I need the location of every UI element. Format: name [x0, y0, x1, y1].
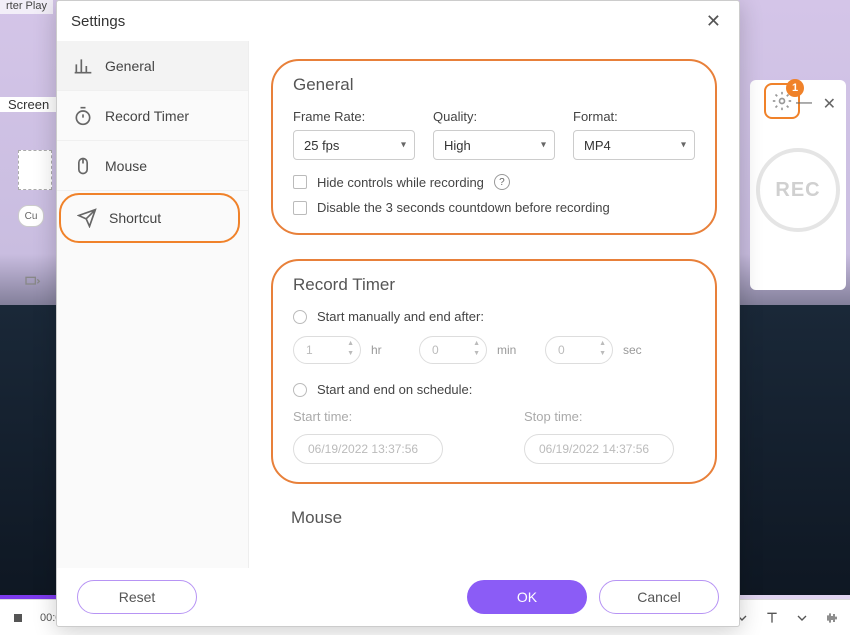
sidebar-item-shortcut[interactable]: Shortcut: [59, 193, 240, 243]
custom-crop-button[interactable]: Cu: [18, 205, 44, 227]
stop-time-input[interactable]: 06/19/2022 14:37:56: [524, 434, 674, 464]
screen-tab-label[interactable]: Screen: [0, 97, 57, 112]
quality-select[interactable]: High▾: [433, 130, 555, 160]
mouse-icon: [73, 156, 93, 176]
dialog-title: Settings: [71, 13, 125, 30]
manual-radio[interactable]: [293, 310, 307, 324]
hr-unit: hr: [371, 343, 409, 357]
general-section: General Frame Rate: 25 fps▾ Quality: Hig…: [271, 59, 717, 235]
hide-controls-checkbox[interactable]: [293, 175, 307, 189]
stop-icon[interactable]: [10, 610, 26, 626]
section-heading: Record Timer: [293, 275, 695, 295]
window-title: rter Play: [0, 0, 53, 14]
ok-button[interactable]: OK: [467, 580, 587, 614]
disable-countdown-label: Disable the 3 seconds countdown before r…: [317, 200, 610, 215]
schedule-label: Start and end on schedule:: [317, 382, 472, 397]
record-side-panel: 1 — ✕ REC: [750, 80, 846, 290]
export-icon[interactable]: [22, 274, 42, 290]
start-time-label: Start time:: [293, 409, 464, 424]
sidebar-item-label: Mouse: [105, 158, 147, 174]
manual-label: Start manually and end after:: [317, 309, 484, 324]
quality-label: Quality:: [433, 109, 555, 124]
chevron-down-icon[interactable]: [794, 610, 810, 626]
settings-content: General Frame Rate: 25 fps▾ Quality: Hig…: [249, 41, 739, 568]
cancel-button[interactable]: Cancel: [599, 580, 719, 614]
waveform-icon[interactable]: [824, 610, 840, 626]
dialog-footer: Reset OK Cancel: [57, 568, 739, 626]
min-unit: min: [497, 343, 535, 357]
reset-button[interactable]: Reset: [77, 580, 197, 614]
stop-time-label: Stop time:: [524, 409, 695, 424]
dialog-header: Settings ✕: [57, 1, 739, 41]
seconds-input[interactable]: 0▲▼: [545, 336, 613, 364]
section-heading: General: [293, 75, 695, 95]
settings-sidebar: General Record Timer Mouse Shortcut: [57, 41, 249, 568]
sidebar-item-mouse[interactable]: Mouse: [57, 141, 248, 191]
stopwatch-icon: [73, 106, 93, 126]
frame-rate-label: Frame Rate:: [293, 109, 415, 124]
format-label: Format:: [573, 109, 695, 124]
paper-plane-icon: [77, 208, 97, 228]
format-select[interactable]: MP4▾: [573, 130, 695, 160]
minimize-button[interactable]: —: [796, 94, 812, 112]
settings-badge[interactable]: 1: [764, 83, 800, 119]
start-time-input[interactable]: 06/19/2022 13:37:56: [293, 434, 443, 464]
schedule-radio[interactable]: [293, 383, 307, 397]
disable-countdown-checkbox[interactable]: [293, 201, 307, 215]
sidebar-item-label: General: [105, 58, 155, 74]
record-button[interactable]: REC: [756, 148, 840, 232]
sidebar-item-record-timer[interactable]: Record Timer: [57, 91, 248, 141]
section-heading: Mouse: [291, 508, 697, 528]
dialog-close-button[interactable]: ✕: [702, 7, 725, 36]
text-tool-icon[interactable]: [764, 610, 780, 626]
settings-dialog: Settings ✕ General Record Timer Mouse Sh…: [56, 0, 740, 627]
mouse-section: Mouse: [271, 508, 717, 528]
help-icon[interactable]: ?: [494, 174, 510, 190]
minutes-input[interactable]: 0▲▼: [419, 336, 487, 364]
record-timer-section: Record Timer Start manually and end afte…: [271, 259, 717, 484]
crop-tool[interactable]: [18, 150, 52, 190]
hours-input[interactable]: 1▲▼: [293, 336, 361, 364]
bar-chart-icon: [73, 56, 93, 76]
hide-controls-label: Hide controls while recording: [317, 175, 484, 190]
sec-unit: sec: [623, 343, 661, 357]
sidebar-item-label: Record Timer: [105, 108, 189, 124]
frame-rate-select[interactable]: 25 fps▾: [293, 130, 415, 160]
sidebar-item-general[interactable]: General: [57, 41, 248, 91]
panel-close-button[interactable]: ✕: [823, 94, 836, 114]
sidebar-item-label: Shortcut: [109, 210, 161, 226]
